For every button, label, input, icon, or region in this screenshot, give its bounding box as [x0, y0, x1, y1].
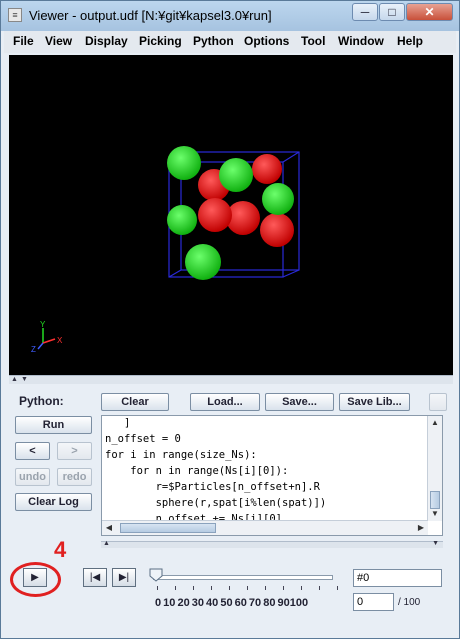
code-line: for n in range(Ns[i][0]):	[105, 465, 289, 477]
particle-green	[167, 205, 197, 235]
particle-red	[260, 213, 294, 247]
particle-green	[167, 146, 201, 180]
frame-slider-track[interactable]	[153, 575, 333, 580]
particle-red	[198, 198, 232, 232]
collapse-up-icon[interactable]: ▲	[103, 540, 110, 547]
step-annotation-number: 4	[54, 537, 67, 562]
viewer-window: ≡ Viewer - output.udf [N:¥git¥kapsel3.0¥…	[0, 0, 460, 639]
code-line: r=$Particles[n_offset+n].R	[105, 481, 320, 493]
frame-label-field[interactable]: #0	[353, 569, 442, 587]
code-line: for i in range(size_Ns):	[105, 449, 257, 461]
maximize-button[interactable]: □	[379, 3, 405, 21]
run-button[interactable]: Run	[15, 416, 92, 434]
title-bar[interactable]: ≡ Viewer - output.udf [N:¥git¥kapsel3.0¥…	[1, 1, 459, 31]
axis-label-x: X	[57, 336, 63, 345]
scroll-down-icon[interactable]: ▼	[428, 507, 442, 521]
save-button[interactable]: Save...	[265, 393, 334, 411]
redo-button[interactable]: redo	[57, 468, 92, 486]
undo-button[interactable]: undo	[15, 468, 50, 486]
app-icon: ≡	[8, 8, 22, 22]
menu-file[interactable]: File	[13, 34, 34, 48]
frame-slider-thumb[interactable]	[149, 568, 163, 582]
particle-green	[262, 183, 294, 215]
axis-indicator: Y X Z	[31, 320, 63, 354]
axis-label-y: Y	[40, 320, 46, 329]
menu-display[interactable]: Display	[85, 34, 128, 48]
menu-options[interactable]: Options	[244, 34, 289, 48]
code-line: sphere(r,spat[i%len(spat)])	[105, 497, 327, 509]
axis-label-z: Z	[31, 345, 36, 354]
next-button[interactable]: >	[57, 442, 92, 460]
3d-viewport[interactable]: Y X Z	[9, 55, 453, 375]
panel-divider[interactable]: ▲ ▼	[9, 375, 453, 384]
menu-help[interactable]: Help	[397, 34, 423, 48]
prev-button[interactable]: <	[15, 442, 50, 460]
menu-view[interactable]: View	[45, 34, 72, 48]
overflow-button[interactable]	[429, 393, 447, 411]
clear-button[interactable]: Clear	[101, 393, 169, 411]
minimize-button[interactable]: ─	[352, 3, 378, 21]
particle-green	[185, 244, 221, 280]
window-title: Viewer - output.udf [N:¥git¥kapsel3.0¥ru…	[29, 8, 272, 23]
collapse-down-icon[interactable]: ▼	[432, 540, 439, 547]
menu-bar: File View Display Picking Python Options…	[4, 31, 456, 53]
frame-number-input[interactable]: 0	[353, 593, 394, 611]
horizontal-scroll-thumb[interactable]	[120, 523, 216, 533]
total-frames: / 100	[398, 597, 421, 608]
editor-vertical-scrollbar[interactable]: ▲ ▼	[427, 416, 442, 521]
particle-green	[219, 158, 253, 192]
scroll-up-icon[interactable]: ▲	[428, 416, 442, 430]
scroll-left-icon[interactable]: ◀	[102, 521, 116, 535]
particle-scene: Y X Z	[31, 146, 300, 354]
last-frame-button[interactable]: ▶|	[112, 568, 136, 587]
play-icon: ▶	[31, 572, 39, 583]
last-frame-icon: ▶|	[118, 572, 130, 583]
collapse-down-icon[interactable]: ▼	[21, 376, 28, 383]
slider-tick-labels: 0 10 20 30 40 50 60 70 80 90100	[155, 597, 309, 609]
clear-log-button[interactable]: Clear Log	[15, 493, 92, 511]
menu-picking[interactable]: Picking	[139, 34, 182, 48]
collapse-up-icon[interactable]: ▲	[11, 376, 18, 383]
first-frame-button[interactable]: |◀	[83, 568, 107, 587]
particle-red	[252, 154, 282, 184]
menu-python[interactable]: Python	[193, 34, 234, 48]
close-button[interactable]: ✕	[406, 3, 453, 21]
load-button[interactable]: Load...	[190, 393, 260, 411]
python-label: Python:	[19, 394, 64, 408]
code-line: ]	[105, 417, 131, 429]
code-line: n_offset = 0	[105, 433, 181, 445]
menu-window[interactable]: Window	[338, 34, 384, 48]
scroll-right-icon[interactable]: ▶	[414, 521, 428, 535]
play-button[interactable]: ▶	[23, 568, 47, 587]
python-script-editor[interactable]: ] n_offset = 0 for i in range(size_Ns): …	[101, 415, 443, 536]
save-lib-button[interactable]: Save Lib...	[339, 393, 410, 411]
menu-tool[interactable]: Tool	[301, 34, 325, 48]
editor-horizontal-scrollbar[interactable]: ◀ ▶	[102, 520, 428, 535]
editor-divider[interactable]: ▲ ▼	[101, 540, 443, 548]
first-frame-icon: |◀	[89, 572, 101, 583]
